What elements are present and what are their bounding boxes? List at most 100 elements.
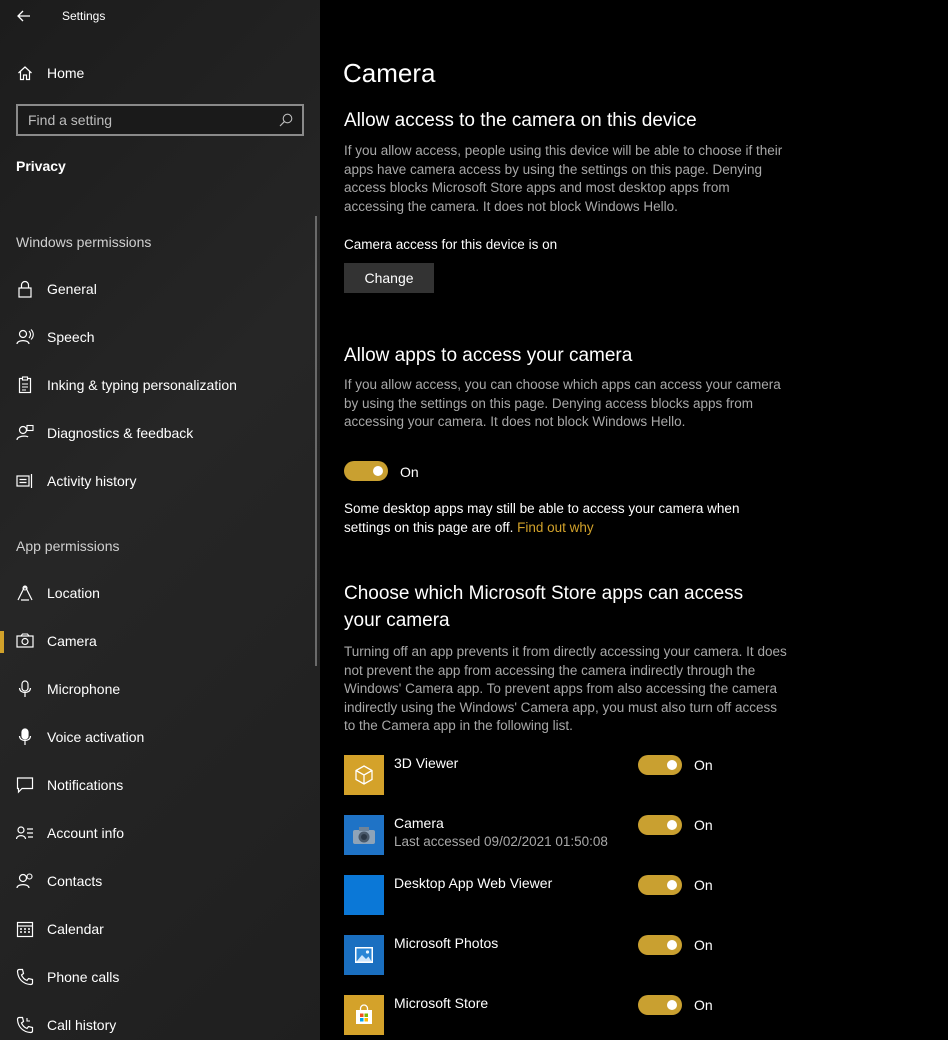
allow-apps-toggle-label: On — [400, 464, 419, 480]
app-name: 3D Viewer — [394, 755, 459, 771]
store-section-description: Turning off an app prevents it from dire… — [344, 644, 787, 733]
toggle-knob — [667, 760, 677, 770]
allow-apps-toggle[interactable] — [344, 461, 388, 481]
sidebar-item-label: Microphone — [47, 681, 121, 697]
sidebar-item-home[interactable]: Home — [0, 51, 316, 95]
sidebar-scrollbar[interactable] — [315, 216, 317, 666]
sidebar-item-calendar[interactable]: Calendar — [0, 907, 316, 951]
sidebar-item-camera[interactable]: Camera — [0, 619, 316, 663]
microphone-icon — [16, 680, 34, 698]
sidebar-item-general[interactable]: General — [0, 267, 316, 311]
sidebar: Settings Home Privacy Windows permission… — [0, 0, 320, 1040]
notifications-icon — [16, 776, 34, 794]
sidebar-item-speech[interactable]: Speech — [0, 315, 316, 359]
camera-icon — [16, 632, 34, 650]
back-button[interactable] — [10, 4, 38, 28]
search-box[interactable] — [16, 104, 304, 136]
store-icon — [344, 995, 384, 1035]
app-toggle-label: On — [694, 997, 713, 1013]
app-name: Camera — [394, 815, 444, 831]
store-section-heading: Choose which Microsoft Store apps can ac… — [344, 583, 744, 631]
title-bar: Settings — [0, 0, 320, 34]
category-title: Privacy — [16, 158, 66, 174]
app-toggle-label: On — [694, 877, 713, 893]
sidebar-item-label: Diagnostics & feedback — [47, 425, 194, 441]
app-toggle-label: On — [694, 937, 713, 953]
phone-icon — [16, 968, 34, 986]
app-toggle-3d-viewer[interactable] — [638, 755, 682, 775]
call-history-icon — [16, 1016, 34, 1034]
sidebar-item-inking-typing[interactable]: Inking & typing personalization — [0, 363, 316, 407]
cube-icon — [344, 755, 384, 795]
sidebar-item-call-history[interactable]: Call history — [0, 1003, 316, 1040]
app-row-microsoft-photos: Microsoft Photos On — [344, 935, 784, 975]
sidebar-item-account-info[interactable]: Account info — [0, 811, 316, 855]
device-section-heading: Allow access to the camera on this devic… — [344, 110, 697, 131]
speech-icon — [16, 328, 34, 346]
device-section-description: If you allow access, people using this d… — [344, 143, 783, 214]
toggle-knob — [373, 466, 383, 476]
diagnostics-icon — [16, 424, 34, 442]
sidebar-item-label: Camera — [47, 633, 97, 649]
window-title: Settings — [62, 9, 106, 23]
location-icon — [16, 584, 34, 602]
account-info-icon — [16, 824, 34, 842]
sidebar-item-phone-calls[interactable]: Phone calls — [0, 955, 316, 999]
app-toggle-microsoft-photos[interactable] — [638, 935, 682, 955]
active-indicator — [0, 631, 4, 653]
sidebar-item-label: Home — [47, 65, 85, 81]
sidebar-item-contacts[interactable]: Contacts — [0, 859, 316, 903]
app-row-3d-viewer: 3D Viewer On — [344, 755, 784, 795]
search-icon[interactable] — [278, 112, 294, 128]
sidebar-item-label: Voice activation — [47, 729, 145, 745]
app-toggle-label: On — [694, 817, 713, 833]
sidebar-item-label: General — [47, 281, 97, 297]
sidebar-item-label: Speech — [47, 329, 95, 345]
sidebar-item-location[interactable]: Location — [0, 571, 316, 615]
web-viewer-icon — [344, 875, 384, 915]
sidebar-item-activity-history[interactable]: Activity history — [0, 459, 316, 503]
windows-permissions-header: Windows permissions — [16, 234, 152, 250]
sidebar-item-label: Location — [47, 585, 100, 601]
sidebar-item-voice-activation[interactable]: Voice activation — [0, 715, 316, 759]
sidebar-item-label: Phone calls — [47, 969, 120, 985]
contacts-icon — [16, 872, 34, 890]
app-row-desktop-app-web-viewer: Desktop App Web Viewer On — [344, 875, 784, 915]
change-button[interactable]: Change — [344, 263, 434, 293]
activity-icon — [16, 472, 34, 490]
camera-app-icon — [344, 815, 384, 855]
sidebar-item-label: Account info — [47, 825, 125, 841]
apps-section-description: If you allow access, you can choose whic… — [344, 377, 781, 429]
desktop-apps-note: Some desktop apps may still be able to a… — [344, 500, 789, 537]
app-toggle-microsoft-store[interactable] — [638, 995, 682, 1015]
toggle-knob — [667, 940, 677, 950]
app-last-accessed: Last accessed 09/02/2021 01:50:08 — [394, 834, 608, 849]
main-content: Camera Allow access to the camera on thi… — [320, 0, 948, 1040]
sidebar-item-microphone[interactable]: Microphone — [0, 667, 316, 711]
sidebar-item-label: Contacts — [47, 873, 103, 889]
sidebar-item-label: Call history — [47, 1017, 117, 1033]
search-input[interactable] — [18, 106, 276, 134]
app-row-camera: Camera Last accessed 09/02/2021 01:50:08… — [344, 815, 784, 855]
app-name: Microsoft Store — [394, 995, 489, 1011]
app-name: Desktop App Web Viewer — [394, 875, 553, 891]
app-row-microsoft-store: Microsoft Store On — [344, 995, 784, 1035]
toggle-knob — [667, 880, 677, 890]
clipboard-icon — [16, 376, 34, 394]
photos-icon — [344, 935, 384, 975]
toggle-knob — [667, 1000, 677, 1010]
app-toggle-camera[interactable] — [638, 815, 682, 835]
apps-section-heading: Allow apps to access your camera — [344, 345, 633, 366]
app-toggle-desktop-app-web-viewer[interactable] — [638, 875, 682, 895]
sidebar-item-notifications[interactable]: Notifications — [0, 763, 316, 807]
sidebar-item-diagnostics[interactable]: Diagnostics & feedback — [0, 411, 316, 455]
lock-icon — [16, 280, 34, 298]
sidebar-item-label: Calendar — [47, 921, 104, 937]
home-icon — [16, 64, 34, 82]
app-toggle-label: On — [694, 757, 713, 773]
calendar-icon — [16, 920, 34, 938]
voice-activation-icon — [16, 728, 34, 746]
sidebar-item-label: Notifications — [47, 777, 124, 793]
find-out-why-link[interactable]: Find out why — [517, 520, 594, 535]
sidebar-item-label: Inking & typing personalization — [47, 377, 237, 393]
